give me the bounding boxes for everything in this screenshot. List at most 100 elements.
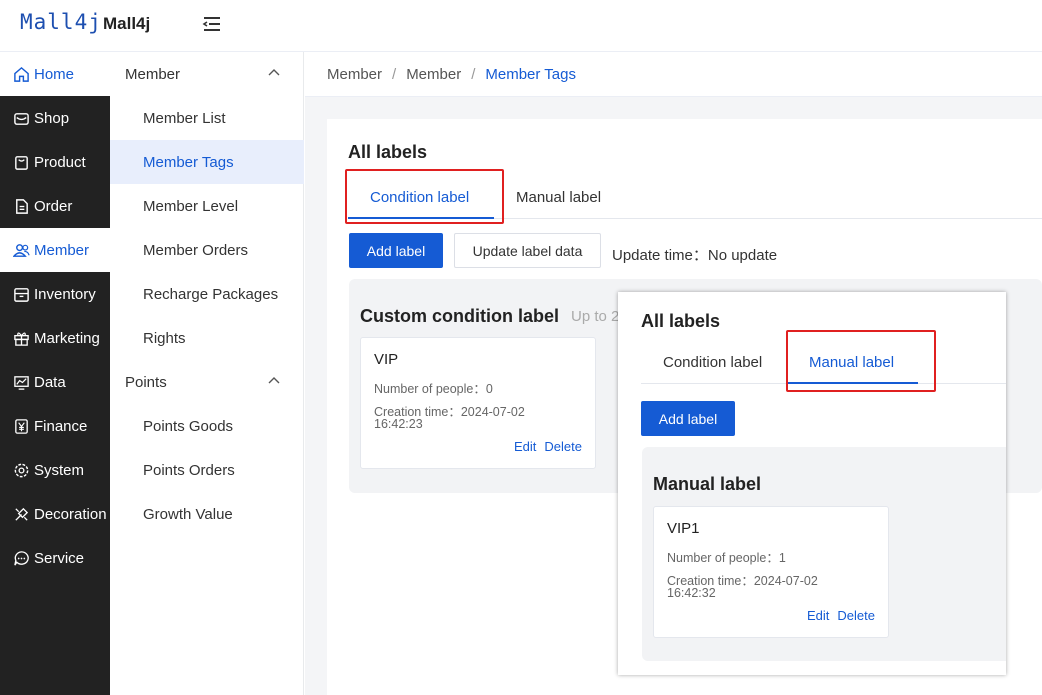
submenu-item-label: Rights [143,329,186,347]
nav-finance[interactable]: Finance [0,404,110,448]
nav-member-label: Member [34,241,90,259]
shop-icon [14,112,29,125]
nav-marketing[interactable]: Marketing [0,316,110,360]
label-card-vip: VIP Number of people：0 Creation time：202… [360,337,596,469]
label-people-count: Number of people：1 [667,551,786,565]
secondary-nav: Member Member List Member Tags Member Le… [110,52,304,695]
update-label-data-button[interactable]: Update label data [454,233,601,268]
edit-link[interactable]: Edit [514,439,536,454]
page-title: All labels [348,142,428,162]
gear-icon [14,463,29,477]
submenu-item-member-tags[interactable]: Member Tags [110,140,304,184]
chat-icon [14,550,29,565]
nav-marketing-label: Marketing [34,329,100,347]
home-icon [14,66,29,82]
brush-icon [15,507,29,521]
gift-icon [14,332,29,346]
tab-condition-label[interactable]: Condition label [663,340,762,384]
member-icon [13,243,30,257]
nav-order[interactable]: Order [0,184,110,228]
submenu-item-label: Points Orders [143,461,235,479]
nav-member[interactable]: Member [0,228,110,272]
submenu-item-label: Growth Value [143,505,233,523]
primary-nav: Home Shop Product Order Member Inventory… [0,52,110,695]
edit-link[interactable]: Edit [807,608,829,623]
nav-shop-label: Shop [34,109,70,127]
submenu-item-label: Member List [143,109,226,127]
delete-link[interactable]: Delete [544,439,582,454]
panel-title: Manual label [653,474,762,494]
breadcrumb-separator: / [471,65,476,83]
inventory-icon [14,287,29,302]
submenu-group-points[interactable]: Points [110,360,304,404]
inset-title: All labels [641,311,721,331]
submenu-item-member-orders[interactable]: Member Orders [110,228,304,272]
chevron-up-icon [268,69,280,76]
submenu-group-member[interactable]: Member [110,52,304,96]
submenu-group-member-label: Member [125,65,181,83]
tab-manual-label[interactable]: Manual label [516,175,601,219]
highlight-box [345,169,504,224]
logo: Mall4j [20,10,102,34]
submenu-item-label: Member Level [143,197,239,215]
breadcrumb-separator: / [392,65,397,83]
nav-system-label: System [34,461,85,479]
submenu-item-member-list[interactable]: Member List [110,96,304,140]
delete-link[interactable]: Delete [837,608,875,623]
submenu-item-label: Recharge Packages [143,285,279,303]
breadcrumb-current: Member Tags [485,65,576,83]
nav-finance-label: Finance [34,417,88,435]
chevron-up-icon [268,377,280,384]
submenu-item-label: Points Goods [143,417,234,435]
product-icon [15,155,28,170]
nav-data[interactable]: Data [0,360,110,404]
add-label-button[interactable]: Add label [349,233,443,268]
yen-icon [15,418,28,434]
nav-inventory-label: Inventory [34,285,96,303]
label-actions: Edit Delete [799,608,875,623]
submenu-item-member-level[interactable]: Member Level [110,184,304,228]
panel-hint: Up to 2 [571,308,620,325]
chart-icon [14,375,29,390]
nav-decoration[interactable]: Decoration [0,492,110,536]
label-creation-time: 16:42:32 [667,586,716,600]
nav-product[interactable]: Product [0,140,110,184]
submenu-item-growth-value[interactable]: Growth Value [110,492,304,536]
add-label-button[interactable]: Add label [641,401,735,436]
label-people-count: Number of people：0 [374,382,493,396]
submenu-item-points-goods[interactable]: Points Goods [110,404,304,448]
nav-shop[interactable]: Shop [0,96,110,140]
nav-service[interactable]: Service [0,536,110,580]
nav-order-label: Order [34,197,73,215]
label-creation-time: 16:42:23 [374,417,423,431]
manual-label-inset: All labels Condition label Manual label … [618,292,1006,675]
label-name: VIP1 [667,520,700,537]
submenu-item-recharge-packages[interactable]: Recharge Packages [110,272,304,316]
label-card-vip1: VIP1 Number of people：1 Creation time：20… [653,506,889,638]
highlight-box [786,330,936,392]
nav-home-label: Home [34,65,75,83]
submenu-item-points-orders[interactable]: Points Orders [110,448,304,492]
update-time-text: Update time：No update [612,247,778,264]
submenu-item-rights[interactable]: Rights [110,316,304,360]
submenu-item-label: Member Tags [143,153,234,171]
nav-product-label: Product [34,153,86,171]
top-bar: Mall4j Mall4j [0,0,1042,52]
nav-inventory[interactable]: Inventory [0,272,110,316]
nav-decoration-label: Decoration [34,505,107,523]
label-name: VIP [374,351,399,368]
brand-name: Mall4j [103,14,151,33]
nav-data-label: Data [34,373,66,391]
nav-service-label: Service [34,549,85,567]
breadcrumb-item[interactable]: Member [327,66,382,83]
submenu-group-points-label: Points [125,373,167,391]
breadcrumb-item[interactable]: Member [406,66,461,83]
menu-collapse-icon[interactable] [201,14,223,34]
panel-title: Custom condition label [360,306,560,326]
manual-label-panel: Manual label VIP1 Number of people：1 Cre… [642,447,1006,661]
submenu-item-label: Member Orders [143,241,249,259]
nav-system[interactable]: System [0,448,110,492]
nav-home[interactable]: Home [0,52,110,96]
label-actions: Edit Delete [506,439,582,454]
breadcrumb: Member / Member / Member Tags [305,52,1042,97]
